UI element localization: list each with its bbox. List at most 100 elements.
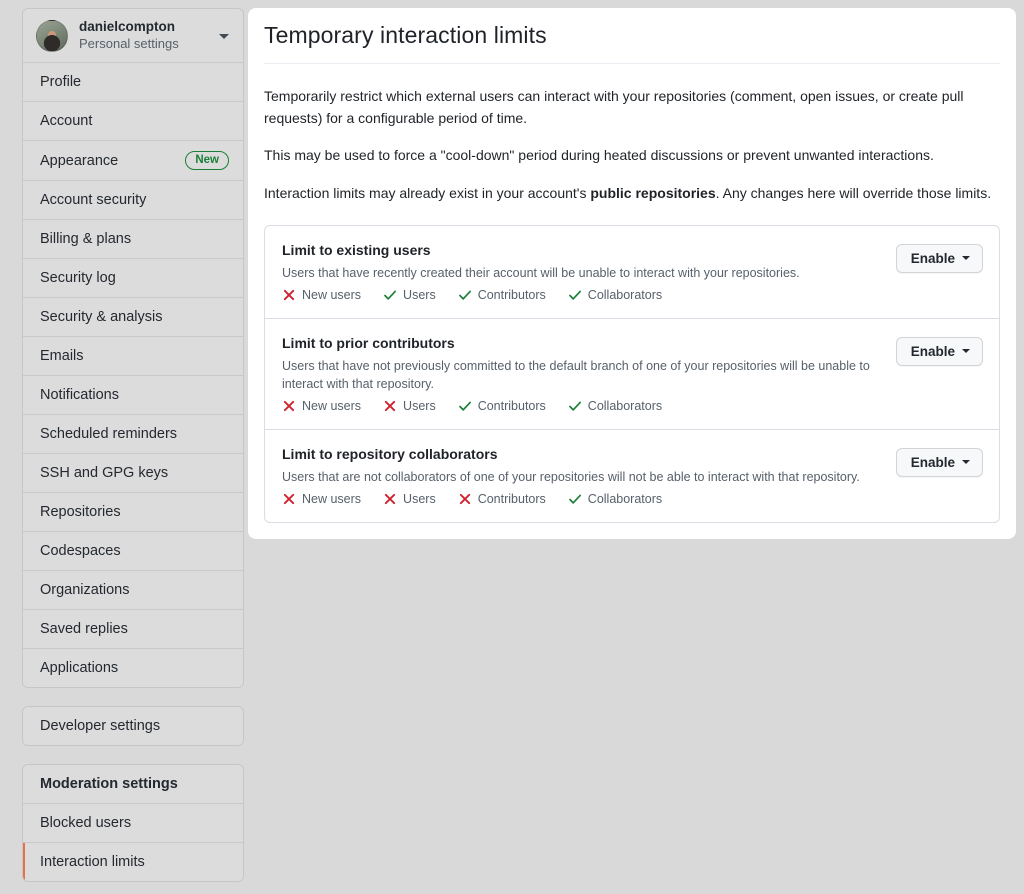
sidebar-item-codespaces[interactable]: Codespaces xyxy=(23,532,243,571)
sidebar-item-security-log[interactable]: Security log xyxy=(23,259,243,298)
sidebar-group-primary: danielcomptonPersonal settings Profile Acc… xyxy=(22,8,244,688)
public-repositories-emphasis: public repositories xyxy=(590,185,715,201)
limit-flag-collaborators: Collaborators xyxy=(568,490,662,508)
limit-flag-new-users: New users xyxy=(282,286,361,304)
limit-row: Limit to prior contributorsUsers that ha… xyxy=(265,319,999,430)
x-icon xyxy=(282,399,296,413)
sidebar-item-label: Appearance xyxy=(40,152,118,170)
enable-button-label: Enable xyxy=(911,344,955,359)
sidebar-item-emails[interactable]: Emails xyxy=(23,337,243,376)
check-icon xyxy=(568,492,582,506)
limit-flag-label: Users xyxy=(403,490,436,508)
x-icon xyxy=(282,492,296,506)
sidebar-item-repositories[interactable]: Repositories xyxy=(23,493,243,532)
limit-flag-label: New users xyxy=(302,490,361,508)
sidebar-item-appearance[interactable]: Appearance New xyxy=(23,141,243,181)
sidebar-item-interaction-limits[interactable]: Interaction limits xyxy=(23,843,243,881)
sidebar-item-label: Applications xyxy=(40,659,118,677)
sidebar-item-label: Emails xyxy=(40,347,84,365)
sidebar-group-3: Moderation settings Blocked users Interact… xyxy=(22,764,244,882)
limit-flag-label: Contributors xyxy=(478,490,546,508)
check-icon xyxy=(383,288,397,302)
intro-paragraph-3: Interaction limits may already exist in … xyxy=(264,183,998,205)
limit-info: Limit to existing users Users that have r… xyxy=(282,240,896,304)
sidebar-group-2: Developer settings xyxy=(22,706,244,746)
limit-title: Limit to existing users xyxy=(282,240,882,260)
enable-button[interactable]: Enable xyxy=(896,244,983,273)
enable-button[interactable]: Enable xyxy=(896,448,983,477)
sidebar-item-billing-plans[interactable]: Billing & plans xyxy=(23,220,243,259)
limit-flag-contributors: Contributors xyxy=(458,490,546,508)
limit-title: Limit to repository collaborators xyxy=(282,444,882,464)
sidebar-item-security-analysis[interactable]: Security & analysis xyxy=(23,298,243,337)
settings-sidebar: danielcomptonPersonal settings Profile Acc… xyxy=(22,8,244,894)
settings-page: danielcomptonPersonal settings Profile Acc… xyxy=(0,0,1024,894)
limit-flag-label: New users xyxy=(302,286,361,304)
enable-button[interactable]: Enable xyxy=(896,337,983,366)
interaction-limits-list: Limit to existing users Users that have r… xyxy=(264,225,1000,523)
sidebar-item-label: Billing & plans xyxy=(40,230,131,248)
check-icon xyxy=(458,288,472,302)
chevron-down-icon xyxy=(962,460,970,464)
sidebar-item-label: Interaction limits xyxy=(40,853,145,871)
limit-row: Limit to existing users Users that have r… xyxy=(265,226,999,319)
sidebar-item-label: Moderation settings xyxy=(40,775,178,793)
check-icon xyxy=(568,399,582,413)
check-icon xyxy=(568,288,582,302)
main-panel: Temporary interaction limits Temporarily… xyxy=(248,8,1016,539)
limit-flag-label: Collaborators xyxy=(588,490,662,508)
limit-flag-contributors: Contributors xyxy=(458,397,546,415)
new-badge: New xyxy=(185,151,229,170)
x-icon xyxy=(383,492,397,506)
sidebar-item-label: Account security xyxy=(40,191,146,209)
sidebar-item-label: Blocked users xyxy=(40,814,131,832)
limit-flag-users: Users xyxy=(383,490,436,508)
sidebar-item-account[interactable]: Account xyxy=(23,102,243,141)
limit-flags: New users Users Contributors Collaborators xyxy=(282,490,882,508)
limit-description: Users that are not collaborators of one … xyxy=(282,468,882,486)
sidebar-item-label: Scheduled reminders xyxy=(40,425,177,443)
limit-flag-users: Users xyxy=(383,286,436,304)
sidebar-item-scheduled-reminders[interactable]: Scheduled reminders xyxy=(23,415,243,454)
sidebar-item-account-security[interactable]: Account security xyxy=(23,181,243,220)
limit-flags: New usersUsersContributorsCollaborators xyxy=(282,286,882,304)
user-name: danielcompton xyxy=(79,19,179,36)
sidebar-item-label: Organizations xyxy=(40,581,129,599)
limit-flag-new-users: New users xyxy=(282,490,361,508)
limit-flag-label: New users xyxy=(302,397,361,415)
sidebar-item-ssh-and-gpg-keys[interactable]: SSH and GPG keys xyxy=(23,454,243,493)
sidebar-item-notifications[interactable]: Notifications xyxy=(23,376,243,415)
limit-flag-label: Contributors xyxy=(478,397,546,415)
limit-flag-contributors: Contributors xyxy=(458,286,546,304)
sidebar-item-organizations[interactable]: Organizations xyxy=(23,571,243,610)
intro-paragraph-1: Temporarily restrict which external user… xyxy=(264,86,998,129)
limit-description: Users that have recently created their a… xyxy=(282,264,882,282)
limit-row: Limit to repository collaborators Users t… xyxy=(265,430,999,522)
sidebar-item-label: Account xyxy=(40,112,92,130)
x-icon xyxy=(282,288,296,302)
sidebar-item-label: Repositories xyxy=(40,503,121,521)
sidebar-item-applications[interactable]: Applications xyxy=(23,649,243,687)
sidebar-item-label: Notifications xyxy=(40,386,119,404)
limit-info: Limit to prior contributorsUsers that ha… xyxy=(282,333,896,415)
chevron-down-icon xyxy=(962,349,970,353)
sidebar-item-blocked-users[interactable]: Blocked users xyxy=(23,804,243,843)
page-title: Temporary interaction limits xyxy=(264,8,1000,64)
x-icon xyxy=(383,399,397,413)
sidebar-item-saved-replies[interactable]: Saved replies xyxy=(23,610,243,649)
sidebar-item-developer-settings[interactable]: Developer settings xyxy=(23,707,243,745)
user-switcher[interactable]: danielcomptonPersonal settings xyxy=(23,9,243,63)
chevron-down-icon[interactable] xyxy=(219,34,229,39)
x-icon xyxy=(458,492,472,506)
enable-button-label: Enable xyxy=(911,251,955,266)
sidebar-item-label: Profile xyxy=(40,73,81,91)
intro-text: Temporarily restrict which external user… xyxy=(264,64,1000,205)
sidebar-item-label: Security & analysis xyxy=(40,308,163,326)
user-subtitle: Personal settings xyxy=(79,36,179,52)
sidebar-item-label: Developer settings xyxy=(40,717,160,735)
intro-paragraph-2: This may be used to force a "cool-down" … xyxy=(264,145,998,167)
sidebar-item-profile[interactable]: Profile xyxy=(23,63,243,102)
chevron-down-icon xyxy=(962,256,970,260)
sidebar-item-label: Saved replies xyxy=(40,620,128,638)
sidebar-item-label: SSH and GPG keys xyxy=(40,464,168,482)
